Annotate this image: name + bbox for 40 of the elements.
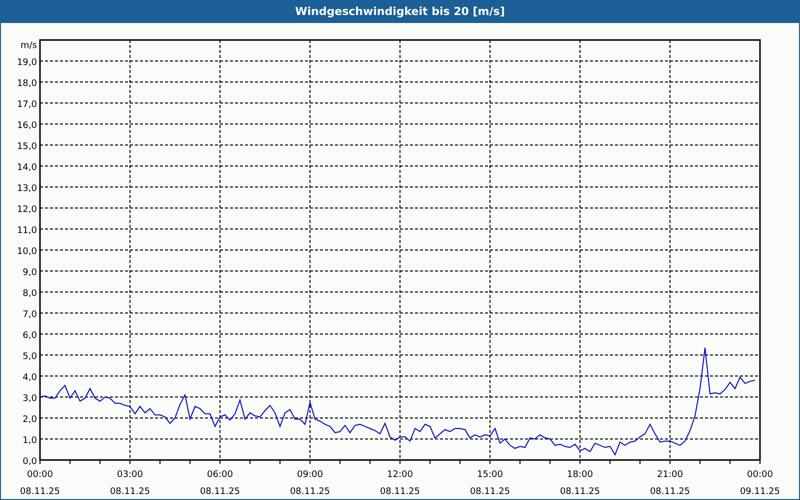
y-tick-label: 3,0 <box>22 394 37 404</box>
x-date-label: 08.11.25 <box>110 487 150 497</box>
y-tick-label: 5,0 <box>22 352 37 362</box>
x-tick-label: 18:00 <box>567 470 593 480</box>
y-tick-label: 8,0 <box>22 289 37 299</box>
y-tick-label: 17,0 <box>16 100 37 110</box>
x-date-label: 08.11.25 <box>380 487 420 497</box>
x-date-label: 08.11.25 <box>200 487 240 497</box>
x-tick-label: 03:00 <box>117 470 143 480</box>
x-tick-label: 12:00 <box>387 470 413 480</box>
x-date-label: 08.11.25 <box>470 487 510 497</box>
y-tick-label: 9,0 <box>22 268 37 278</box>
y-tick-label: 6,0 <box>22 331 37 341</box>
x-tick-label: 00:00 <box>747 470 773 480</box>
x-date-label: 08.11.25 <box>650 487 690 497</box>
x-tick-label: 21:00 <box>657 470 683 480</box>
y-tick-label: 1,0 <box>22 436 37 446</box>
y-tick-label: 10,0 <box>16 247 37 257</box>
x-tick-label: 09:00 <box>297 470 323 480</box>
x-tick-label: 06:00 <box>207 470 233 480</box>
y-tick-label: 12,0 <box>16 205 37 215</box>
y-tick-label: 7,0 <box>22 310 37 320</box>
y-tick-label: 4,0 <box>22 373 37 383</box>
y-tick-label: 14,0 <box>16 163 37 173</box>
y-tick-label: 18,0 <box>16 79 37 89</box>
y-tick-label: 15,0 <box>16 142 37 152</box>
x-date-label: 09.11.25 <box>740 487 780 497</box>
window-title: Windgeschwindigkeit bis 20 [m/s] <box>1 1 799 23</box>
x-date-label: 08.11.25 <box>20 487 60 497</box>
y-tick-label: 11,0 <box>16 226 37 236</box>
x-date-label: 08.11.25 <box>290 487 330 497</box>
y-tick-label: 13,0 <box>16 184 37 194</box>
x-tick-label: 15:00 <box>477 470 503 480</box>
y-axis-unit: m/s <box>20 41 37 51</box>
x-date-label: 08.11.25 <box>560 487 600 497</box>
y-tick-label: 19,0 <box>16 58 37 68</box>
y-tick-label: 16,0 <box>16 121 37 131</box>
y-tick-label: 2,0 <box>22 415 37 425</box>
y-tick-label: 0,0 <box>22 457 37 467</box>
x-tick-label: 00:00 <box>27 470 53 480</box>
